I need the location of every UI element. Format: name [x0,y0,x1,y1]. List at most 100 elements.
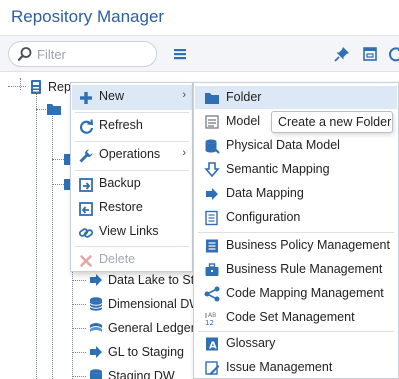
submenu-item-data-mapping[interactable]: Data Mapping [195,182,397,205]
menu-divider [198,232,394,233]
tree-connector [36,92,37,379]
menu-item-label: Refresh [99,118,143,132]
submenu-item-label: Glossary [226,336,276,350]
tree-connector [72,280,86,281]
menu-item-backup[interactable]: Backup [72,172,192,197]
menu-item-operations[interactable]: Operations › [72,143,192,168]
svg-text:A: A [209,341,217,352]
tree-connector [8,86,26,87]
tree-connector [20,78,21,90]
menu-divider [75,170,189,171]
tree-connector [72,272,73,379]
tree-connector [52,116,53,379]
data-mapping-icon [90,346,102,358]
submenu-item-physical-data-model[interactable]: Physical Data Model [195,134,397,157]
toolbar [0,36,399,72]
tree-connector [72,376,86,377]
menu-divider [75,112,189,113]
submenu-item-label: Physical Data Model [226,138,340,152]
svg-text:AB: AB [208,312,216,319]
code-set-icon: AB 12 [205,312,216,326]
submenu-item-label: Issue Management [226,360,333,374]
title-bar: Repository Manager [0,0,399,36]
submenu-item-label: Configuration [226,210,301,224]
submenu-item-label: Code Set Management [226,310,355,324]
menu-item-restore[interactable]: Restore [72,196,192,221]
hamburger-menu-icon[interactable] [171,45,189,63]
submenu-item-label: Data Mapping [226,186,304,200]
submenu-item-label: Business Policy Management [226,238,390,252]
submenu-item-label: Folder [226,90,262,104]
menu-item-delete[interactable]: Delete [72,248,192,273]
submenu-item-label: Business Rule Management [226,262,383,276]
menu-item-label: Backup [99,176,141,190]
submenu-item-folder[interactable]: Folder [195,86,397,109]
database-icon [90,369,102,379]
semantic-mapping-icon [204,162,220,178]
submenu-item-label: Semantic Mapping [226,162,330,176]
menu-item-view-links[interactable]: View Links [72,220,192,245]
submenu-arrow-icon: › [182,147,186,159]
filter-box[interactable] [8,41,157,67]
tree-item[interactable]: Dimensional DW [88,293,201,315]
folder-icon [47,104,61,115]
submenu-item-issue-management[interactable]: Issue Management [195,356,397,379]
tree-item[interactable]: Staging DW [88,365,198,379]
menu-item-refresh[interactable]: Refresh [72,114,192,139]
pin-icon[interactable] [333,45,351,63]
code-mapping-icon [204,286,220,302]
submenu-item-code-mapping-management[interactable]: Code Mapping Management [195,282,397,305]
app-title: Repository Manager [11,7,165,26]
window-icon[interactable] [361,45,379,63]
database-icon [89,297,103,311]
menu-item-label: New [99,89,125,103]
submenu-item-configuration[interactable]: Configuration [195,206,397,229]
menu-item-label: Operations [99,147,161,161]
menu-item-new[interactable]: New › [72,85,192,110]
menu-item-label: Restore [99,200,143,214]
model-icon [205,115,219,129]
context-menu: New › Refresh Operations › Backup Restor… [70,82,193,272]
physical-data-model-icon [205,139,220,154]
tree-connector [72,328,86,329]
wrench-icon [79,149,93,163]
glossary-icon: A [206,337,218,352]
tree-item[interactable]: General Ledger [88,317,198,339]
submenu-item-semantic-mapping[interactable]: Semantic Mapping [195,158,397,181]
menu-item-label: Delete [99,252,136,266]
refresh-icon [79,119,94,134]
plus-icon [80,92,92,104]
menu-divider [75,246,189,247]
tree-item-label: GL to Staging [108,345,184,359]
filter-input[interactable] [37,45,147,63]
refresh-arrow-icon[interactable] [387,45,399,63]
data-mapping-icon [206,188,218,200]
semantic-icon [90,323,102,332]
submenu-item-label: Model [226,114,261,128]
business-policy-icon [206,239,218,253]
delete-icon [80,255,92,267]
tree-item-label: General Ledger [108,321,195,335]
tree-connector [72,352,86,353]
tooltip: Create a new Folder [271,111,393,133]
submenu-item-label: Code Mapping Management [226,286,384,300]
data-mapping-icon [90,274,102,286]
submenu-item-business-rule-management[interactable]: Business Rule Management [195,258,397,281]
submenu-item-business-policy-management[interactable]: Business Policy Management [195,234,397,257]
issue-icon [205,361,220,375]
submenu-item-glossary[interactable]: A Glossary [195,332,397,355]
svg-text:12: 12 [205,319,214,326]
menu-item-label: View Links [99,224,159,238]
search-icon [17,47,32,61]
tree-connector [36,109,46,110]
link-icon [78,228,94,238]
tree-connector [72,304,86,305]
submenu-item-code-set-management[interactable]: AB 12 Code Set Management [195,306,397,329]
business-rule-icon [205,263,219,276]
tree-item[interactable]: GL to Staging [88,341,198,363]
folder-icon [205,93,219,104]
backup-icon [79,178,93,192]
submenu-arrow-icon: › [182,89,186,101]
menu-divider [75,141,189,142]
tree-item-label: Staging DW [108,369,175,379]
